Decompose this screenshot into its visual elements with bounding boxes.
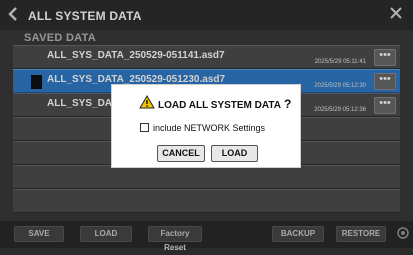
dialog-load-button[interactable]: LOAD: [211, 145, 258, 162]
dialog-title: LOAD ALL SYSTEM DATA?: [158, 97, 292, 111]
include-network-label[interactable]: include NETWORK Settings: [153, 123, 265, 133]
warning-icon: [139, 95, 155, 109]
dialog-question-mark: ?: [283, 97, 292, 111]
include-network-checkbox[interactable]: [140, 123, 149, 132]
load-confirm-dialog: LOAD ALL SYSTEM DATA? include NETWORK Se…: [111, 84, 301, 168]
cancel-button[interactable]: CANCEL: [157, 145, 205, 162]
